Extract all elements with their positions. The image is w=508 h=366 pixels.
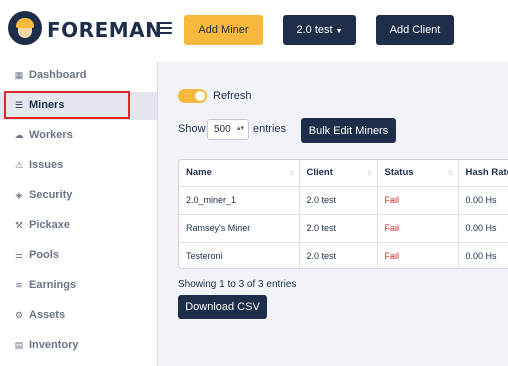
sidebar-item-earnings[interactable]: ≋ Earnings	[0, 272, 157, 300]
show-label: Show	[178, 123, 206, 135]
table-row[interactable]: Ramsey's Miner 2.0 test Fail 0.00 Hs	[179, 214, 508, 243]
refresh-toggle[interactable]	[178, 89, 207, 103]
inventory-icon: ▤	[14, 340, 24, 350]
client-select-button[interactable]: 2.0 test ▼	[283, 15, 356, 45]
entries-label: entries	[253, 123, 287, 135]
miners-table: Name ↑↓ Client ↑↓ Status ↑↓ Hash Rate 2.0_m…	[178, 159, 508, 269]
sidebar-item-label: Earnings	[29, 279, 77, 291]
chip-icon: ⚙	[14, 310, 24, 320]
sidebar-item-issues[interactable]: ⚠ Issues	[0, 152, 157, 180]
sidebar-item-pickaxe[interactable]: ⚒ Pickaxe	[0, 212, 157, 240]
table-header-row: Name ↑↓ Client ↑↓ Status ↑↓ Hash Rate	[179, 160, 508, 187]
miner-name-cell[interactable]: 2.0_miner_1	[179, 186, 300, 215]
client-select-label: 2.0 test	[296, 24, 333, 36]
sidebar-item-label: Pickaxe	[29, 219, 70, 231]
status-cell: Fail	[377, 186, 459, 215]
column-header-client[interactable]: Client ↑↓	[299, 160, 378, 187]
sidebar-item-label: Inventory	[29, 339, 79, 351]
sidebar-item-assets[interactable]: ⚙ Assets	[0, 302, 157, 330]
sidebar-item-label: Assets	[29, 309, 66, 321]
toggle-knob	[195, 91, 205, 101]
pools-icon: ⚌	[14, 250, 24, 260]
add-client-button[interactable]: Add Client	[376, 15, 454, 45]
hash-rate-cell: 0.00 Hs	[458, 242, 508, 268]
sidebar-item-label: Issues	[29, 159, 64, 171]
sort-icon: ↑↓	[447, 168, 454, 177]
hash-rate-cell: 0.00 Hs	[458, 186, 508, 215]
table-row[interactable]: Testeroni 2.0 test Fail 0.00 Hs	[179, 242, 508, 268]
active-item-highlight	[4, 91, 130, 119]
miner-name-cell[interactable]: Testeroni	[179, 242, 300, 268]
status-cell: Fail	[377, 242, 459, 268]
client-cell: 2.0 test	[299, 242, 378, 268]
column-header-hash-rate[interactable]: Hash Rate	[458, 160, 508, 187]
status-cell: Fail	[377, 214, 459, 243]
sidebar-item-label: Dashboard	[29, 69, 87, 81]
helmet-shape	[16, 18, 34, 28]
table-row[interactable]: 2.0_miner_1 2.0 test Fail 0.00 Hs	[179, 186, 508, 215]
shield-icon: ◈	[15, 190, 23, 200]
sort-icon: ↑↓	[366, 168, 373, 177]
download-csv-button[interactable]: Download CSV	[178, 295, 267, 319]
pagination-info: Showing 1 to 3 of 3 entries	[178, 279, 297, 290]
hash-rate-cell: 0.00 Hs	[458, 214, 508, 243]
brand-name[interactable]: FOREMAN	[47, 18, 162, 42]
bulk-edit-miners-button[interactable]: Bulk Edit Miners	[301, 118, 396, 143]
warning-icon: ⚠	[14, 160, 24, 170]
sidebar-item-dashboard[interactable]: ▦ Dashboard	[0, 62, 157, 90]
sidebar-item-label: Workers	[29, 129, 73, 141]
foreman-logo-icon[interactable]	[8, 11, 42, 45]
pickaxe-icon: ⚒	[14, 220, 24, 230]
dashboard-icon: ▦	[14, 70, 24, 80]
face-shape	[18, 28, 32, 38]
sort-icon: ↑↓	[288, 168, 295, 177]
cloud-icon: ☁	[14, 130, 24, 140]
sidebar-item-inventory[interactable]: ▤ Inventory	[0, 332, 157, 360]
coins-icon: ≋	[15, 280, 23, 290]
caret-down-icon: ▼	[335, 28, 343, 35]
sidebar-item-pools[interactable]: ⚌ Pools	[0, 242, 157, 270]
sidebar-item-workers[interactable]: ☁ Workers	[0, 122, 157, 150]
miner-name-cell[interactable]: Ramsey's Miner	[179, 214, 300, 243]
column-header-status[interactable]: Status ↑↓	[377, 160, 459, 187]
add-miner-button[interactable]: Add Miner	[184, 15, 263, 45]
page-size-select[interactable]: 500 ▴▾	[207, 119, 249, 140]
sidebar-item-label: Security	[29, 189, 73, 201]
sidebar-item-security[interactable]: ◈ Security	[0, 182, 157, 210]
client-cell: 2.0 test	[299, 186, 378, 215]
select-arrows-icon: ▴▾	[236, 125, 244, 132]
hamburger-menu-icon[interactable]	[157, 22, 172, 34]
top-bar: FOREMAN Add Miner 2.0 test ▼ Add Client	[0, 0, 508, 62]
refresh-label: Refresh	[213, 90, 252, 102]
page-size-value: 500	[214, 124, 231, 135]
column-header-name[interactable]: Name ↑↓	[179, 160, 300, 187]
client-cell: 2.0 test	[299, 214, 378, 243]
sidebar-item-label: Pools	[29, 249, 59, 261]
